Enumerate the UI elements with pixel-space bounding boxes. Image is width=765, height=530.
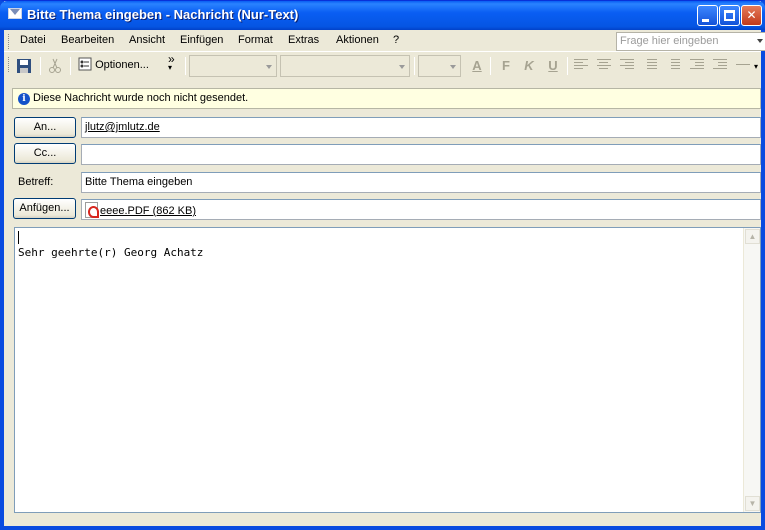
menu-aktionen[interactable]: Aktionen [336,34,379,46]
subject-field[interactable]: Bitte Thema eingeben [81,172,761,193]
scissors-icon [49,58,61,73]
menu-help[interactable]: ? [393,34,399,46]
numbered-list-button[interactable] [666,59,680,70]
info-bar: i Diese Nachricht wurde noch nicht gesen… [12,88,761,109]
align-left-button[interactable] [574,59,588,70]
toolbar-overflow-button[interactable]: » ▾ [168,53,178,72]
increase-indent-button[interactable] [713,59,727,70]
bullet-list-button[interactable] [643,59,657,70]
help-search-input[interactable]: Frage hier eingeben [616,32,765,51]
window-title: Bitte Thema eingeben - Nachricht (Nur-Te… [27,7,299,22]
cc-field[interactable] [81,144,761,165]
toolbar-separator [185,57,186,75]
title-bar[interactable]: Bitte Thema eingeben - Nachricht (Nur-Te… [0,1,765,30]
font-size-combo[interactable] [418,55,461,77]
align-center-button[interactable] [597,59,611,70]
underline-button[interactable]: U [544,57,562,75]
menu-bearbeiten[interactable]: Bearbeiten [61,34,114,46]
options-icon [78,57,92,71]
align-right-button[interactable] [620,59,634,70]
menu-extras[interactable]: Extras [288,34,319,46]
cc-button-label: Cc... [33,147,57,159]
chevron-down-icon: ▾ [754,62,759,71]
toolbar-more-button[interactable]: ▾ [754,62,760,78]
bold-button[interactable]: F [497,57,515,75]
style-combo[interactable] [189,55,277,77]
toolbar-separator [567,57,568,75]
menu-datei[interactable]: Datei [20,34,46,46]
font-combo[interactable] [280,55,410,77]
maximize-icon [724,10,735,21]
save-disk-icon [17,59,31,73]
horizontal-line-button[interactable] [736,64,750,75]
info-icon: i [18,93,30,105]
chevron-down-icon [266,65,272,69]
toolbar-separator [414,57,415,75]
chevron-up-icon: ▲ [748,232,757,241]
options-button[interactable]: Optionen... [78,57,158,73]
attach-button[interactable]: Anfügen... [13,198,76,219]
subject-value: Bitte Thema eingeben [85,176,193,188]
chevron-down-icon: ▼ [748,499,757,508]
attachment-field[interactable]: eeee.PDF (862 KB) [81,199,761,220]
pdf-file-icon [85,202,99,218]
bold-icon: F [502,58,510,73]
close-icon: ✕ [746,8,757,22]
minimize-icon [702,19,709,22]
toolbar-separator [70,57,71,75]
toolbar-grip[interactable] [8,57,11,72]
message-window: Bitte Thema eingeben - Nachricht (Nur-Te… [0,0,765,530]
menu-grip[interactable] [8,34,11,49]
scroll-up-button[interactable]: ▲ [745,229,760,244]
decrease-indent-button[interactable] [690,59,704,70]
scroll-down-button[interactable]: ▼ [745,496,760,511]
chevron-down-icon [450,65,456,69]
to-field[interactable]: jlutz@jmlutz.de [81,117,761,138]
subject-label: Betreff: [18,176,54,188]
menu-einfuegen[interactable]: Einfügen [180,34,223,46]
to-button[interactable]: An... [14,117,76,138]
italic-icon: K [524,58,534,73]
help-search-placeholder: Frage hier eingeben [620,35,719,47]
close-button[interactable]: ✕ [741,5,762,26]
menu-ansicht[interactable]: Ansicht [129,34,165,46]
cc-button[interactable]: Cc... [14,143,76,164]
to-button-label: An... [33,121,57,133]
maximize-button[interactable] [719,5,740,26]
info-text: Diese Nachricht wurde noch nicht gesende… [33,92,249,104]
chevron-down-icon [399,65,405,69]
attach-button-label: Anfügen... [19,202,70,214]
chevron-down-icon [757,39,763,43]
italic-button[interactable]: K [520,57,538,75]
minimize-button[interactable] [697,5,718,26]
toolbar-separator [490,57,491,75]
font-color-icon: A [472,58,482,73]
toolbar-separator [40,57,41,75]
toolbar: Optionen... » ▾ A F K U ▾ [4,52,761,80]
message-body[interactable]: Sehr geehrte(r) Georg Achatz ▲ ▼ [14,227,761,513]
save-button[interactable] [16,58,32,74]
body-scrollbar[interactable]: ▲ ▼ [743,228,760,512]
to-recipient[interactable]: jlutz@jmlutz.de [85,121,160,133]
mail-envelope-icon [8,8,22,19]
attachment-link[interactable]: eeee.PDF (862 KB) [100,205,196,217]
text-caret [18,231,19,244]
options-label: Optionen... [95,59,149,71]
menu-format[interactable]: Format [238,34,273,46]
underline-icon: U [548,58,558,73]
cut-button[interactable] [47,58,63,74]
message-body-text: Sehr geehrte(r) Georg Achatz [18,246,204,259]
menu-bar: Datei Bearbeiten Ansicht Einfügen Format… [4,30,765,52]
font-color-button[interactable]: A [468,57,486,75]
